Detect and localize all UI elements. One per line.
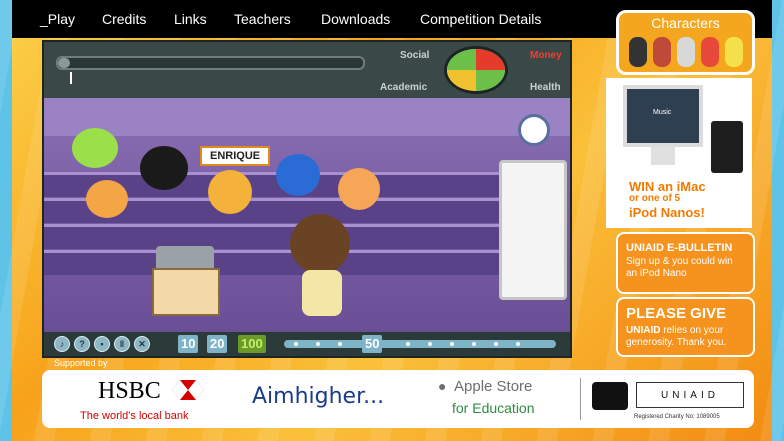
please-give-text: UNIAID relies on your generosity. Thank … [626, 325, 752, 349]
character-player-body [302, 270, 342, 316]
counter-10: 10 [178, 335, 199, 353]
aimhigher-logo[interactable]: Aimhigher... [252, 384, 384, 409]
apple-store-line1[interactable]: Apple Store [454, 378, 532, 395]
character-thumb [725, 37, 743, 67]
progress-marker [70, 72, 72, 84]
speaker-name-label: ENRIQUE [200, 146, 271, 166]
uniaid-registration: Registered Charity No: 1089005 [634, 414, 720, 420]
counter-20: 20 [207, 335, 228, 353]
game-hud-bottom: ♪ ? ▪ ‖ ✕ 10 20 100 50 [44, 332, 570, 356]
hsbc-tagline: The world's local bank [80, 410, 189, 422]
dial-health-quadrant [476, 70, 505, 91]
pause-icon[interactable]: ‖ [114, 336, 130, 352]
seat-tier [44, 250, 514, 275]
stat-health: Health [530, 82, 561, 93]
track-label-50: 50 [362, 335, 383, 353]
character-thumb [653, 37, 671, 67]
stat-academic: Academic [380, 82, 428, 93]
ebulletin-title: UNIAID E-BULLETIN [626, 242, 733, 254]
game-hud-top: Social Money Academic Health [44, 42, 570, 98]
sponsor-bar: HSBC The world's local bank Aimhigher...… [42, 370, 754, 428]
please-give-title: PLEASE GIVE [626, 305, 727, 322]
quit-icon[interactable]: ✕ [134, 336, 150, 352]
imac-screen-label: Music [653, 109, 672, 116]
supported-by-label: Supported by [54, 358, 108, 368]
characters-panel[interactable]: Characters [616, 10, 755, 75]
nav-links[interactable]: Links [174, 11, 207, 27]
character-green-hair[interactable] [72, 128, 118, 168]
track-dot [428, 342, 432, 346]
win-imac-line1: WIN an iMac [629, 179, 706, 194]
character-thumb [701, 37, 719, 67]
stats-dial [444, 46, 508, 94]
nav-teachers[interactable]: Teachers [234, 11, 291, 27]
classroom-scene: ENRIQUE [44, 98, 570, 332]
wall [44, 98, 570, 136]
dial-social-quadrant [447, 49, 476, 70]
win-imac-line2: or one of 5 [629, 193, 681, 204]
imac-image: Music [623, 85, 703, 147]
win-imac-ad[interactable]: Music WIN an iMac or one of 5 iPod Nanos… [606, 78, 752, 228]
stat-money: Money [530, 50, 562, 61]
character-cap[interactable] [276, 154, 320, 196]
character-black-hair[interactable] [140, 146, 188, 190]
help-icon[interactable]: ? [74, 336, 90, 352]
track-dot [450, 342, 454, 346]
please-give-text-bold: UNIAID [626, 325, 661, 336]
save-icon[interactable]: ▪ [94, 336, 110, 352]
character-enrique[interactable] [208, 170, 252, 214]
imac-stand [651, 147, 675, 165]
track-dot [338, 342, 342, 346]
clock-icon [518, 114, 550, 146]
ebulletin-box[interactable]: UNIAID E-BULLETIN Sign up & you could wi… [616, 232, 755, 294]
dial-academic-quadrant [447, 70, 476, 91]
character-player[interactable] [290, 214, 350, 274]
win-imac-line3: iPod Nanos! [629, 205, 705, 220]
nav-play[interactable]: _Play [40, 11, 75, 27]
track-dot [406, 342, 410, 346]
track-dot [316, 342, 320, 346]
apple-store-line2: for Education [452, 400, 535, 416]
progress-fill [58, 58, 71, 68]
counter-100: 100 [238, 335, 266, 353]
dial-money-quadrant [476, 49, 505, 70]
nav-credits[interactable]: Credits [102, 11, 146, 27]
character-thumb [677, 37, 695, 67]
sound-icon[interactable]: ♪ [54, 336, 70, 352]
ebulletin-text: Sign up & you could win an iPod Nano [626, 256, 733, 279]
ipod-image [711, 121, 743, 173]
track-dot [472, 342, 476, 346]
seat-tier [44, 224, 514, 249]
nav-downloads[interactable]: Downloads [321, 11, 390, 27]
track-dot [294, 342, 298, 346]
projector-table [152, 268, 220, 316]
nav-competition-details[interactable]: Competition Details [420, 11, 541, 27]
please-give-box[interactable]: PLEASE GIVE UNIAID relies on your genero… [616, 297, 755, 357]
hsbc-hexagon-icon [172, 380, 204, 400]
track-dot [516, 342, 520, 346]
hsbc-logo[interactable]: HSBC [98, 378, 161, 405]
characters-title: Characters [651, 15, 720, 31]
sponsor-divider [580, 378, 581, 420]
apple-icon: ● [438, 378, 447, 394]
uniaid-logo[interactable]: UNIAID [636, 382, 744, 408]
character-thumb [629, 37, 647, 67]
track-dot [494, 342, 498, 346]
uniaid-logo-icon [592, 382, 628, 410]
character-lightbulb[interactable] [338, 168, 380, 210]
character-student[interactable] [86, 180, 128, 218]
stat-social: Social [400, 50, 430, 61]
game-window[interactable]: Social Money Academic Health ENRIQUE ♪ ?… [42, 40, 572, 358]
whiteboard [499, 160, 567, 300]
progress-bar [56, 56, 365, 70]
